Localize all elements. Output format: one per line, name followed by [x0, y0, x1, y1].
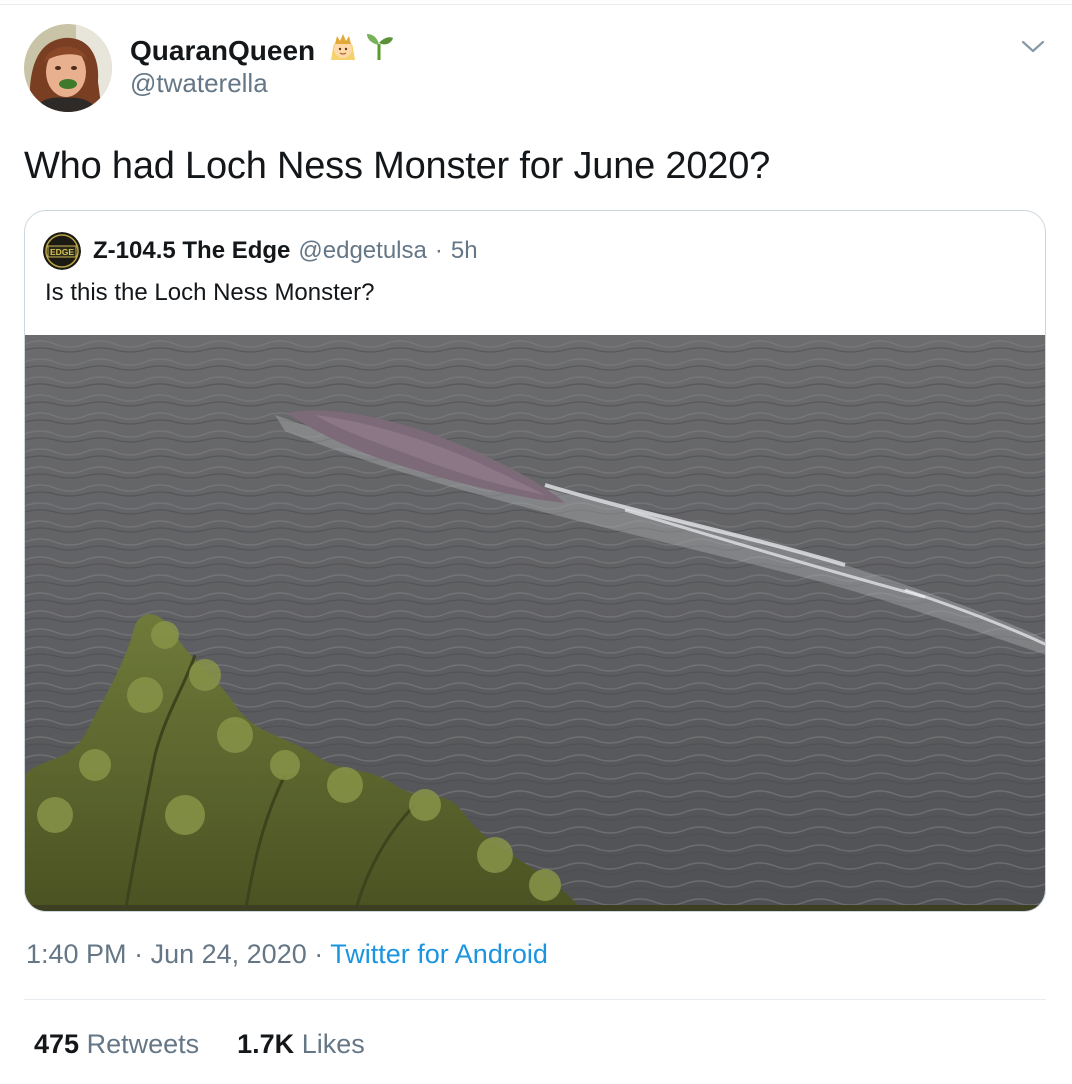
tweet-date[interactable]: Jun 24, 2020 [151, 939, 307, 969]
quoted-text: Is this the Loch Ness Monster? [45, 279, 375, 306]
quoted-tweet[interactable]: EDGE Z-104.5 The Edge @edgetulsa · 5h Is… [24, 210, 1046, 912]
quoted-name[interactable]: Z-104.5 The Edge [93, 237, 290, 265]
loch-ness-photo-icon[interactable] [25, 335, 1045, 911]
tweet-stats: 475 Retweets 1.7K Likes [34, 1026, 365, 1062]
meta-separator: · [314, 939, 324, 969]
author-avatar[interactable] [24, 24, 112, 112]
meta-separator: · [134, 939, 144, 969]
tweet-time[interactable]: 1:40 PM [26, 939, 127, 969]
quoted-avatar-text: EDGE [50, 247, 74, 257]
author-name[interactable]: QuaranQueen [130, 33, 315, 69]
likes-stat[interactable]: 1.7K Likes [237, 1026, 365, 1062]
quoted-header: EDGE Z-104.5 The Edge @edgetulsa · 5h [43, 231, 478, 271]
author-handle[interactable]: @twaterella [130, 66, 268, 100]
seedling-emoji-icon [363, 30, 395, 71]
tweet-text: Who had Loch Ness Monster for June 2020? [24, 145, 771, 187]
tweet-meta: 1:40 PM · Jun 24, 2020 · Twitter for And… [26, 936, 548, 972]
princess-emoji-icon [327, 30, 359, 71]
chevron-down-icon[interactable] [1018, 32, 1048, 62]
quoted-avatar[interactable]: EDGE [43, 232, 81, 270]
stats-divider [24, 999, 1046, 1000]
quoted-handle[interactable]: @edgetulsa [298, 237, 426, 265]
top-divider [0, 4, 1072, 5]
tweet-source-link[interactable]: Twitter for Android [330, 939, 548, 969]
retweets-count: 475 [34, 1029, 80, 1059]
quoted-separator: · [434, 237, 443, 264]
likes-count: 1.7K [237, 1029, 295, 1059]
likes-label: Likes [301, 1029, 365, 1059]
retweets-label: Retweets [86, 1029, 200, 1059]
author-name-row[interactable]: QuaranQueen [130, 30, 395, 71]
quoted-time[interactable]: 5h [451, 237, 478, 265]
tweet-detail: QuaranQueen @twaterella Who had Loch Nes… [0, 0, 1072, 1084]
retweets-stat[interactable]: 475 Retweets [34, 1026, 199, 1062]
